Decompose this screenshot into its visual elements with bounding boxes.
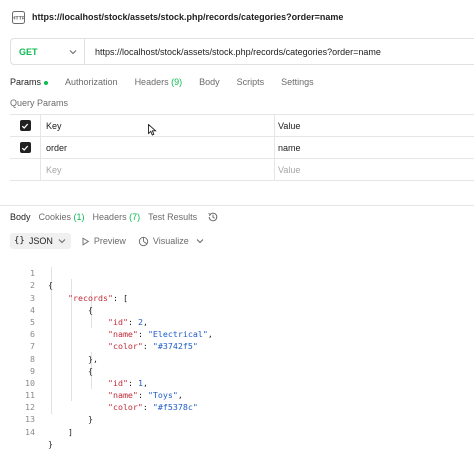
visualize-label: Visualize bbox=[152, 236, 189, 246]
method-label: GET bbox=[19, 46, 38, 57]
play-icon bbox=[82, 236, 90, 246]
tab-authorization[interactable]: Authorization bbox=[65, 77, 118, 87]
code-line: 1 { bbox=[0, 255, 474, 290]
response-tab-headers-label: Headers bbox=[92, 212, 127, 222]
method-select[interactable]: GET bbox=[11, 39, 85, 64]
code-text: } bbox=[48, 438, 53, 449]
format-label: JSON bbox=[28, 236, 53, 246]
tab-settings[interactable]: Settings bbox=[281, 77, 314, 87]
http-request-icon: HTTP bbox=[12, 10, 25, 24]
response-tab-headers[interactable]: Headers (7) bbox=[93, 212, 141, 222]
preview-button[interactable]: Preview bbox=[81, 236, 126, 246]
response-tab-body[interactable]: Body bbox=[10, 212, 31, 222]
request-title[interactable]: https://localhost/stock/assets/stock.php… bbox=[32, 12, 343, 22]
param-checkbox[interactable] bbox=[19, 142, 31, 153]
tab-headers[interactable]: Headers (9) bbox=[135, 77, 183, 87]
request-response-divider[interactable] bbox=[0, 205, 474, 206]
response-tab-cookies[interactable]: Cookies (1) bbox=[39, 212, 85, 222]
svg-text:HTTP: HTTP bbox=[12, 15, 25, 21]
tab-params-label: Params bbox=[10, 77, 42, 87]
params-active-dot bbox=[44, 80, 49, 85]
tab-headers-count: (9) bbox=[171, 77, 183, 87]
param-key[interactable]: order bbox=[41, 137, 275, 158]
chevron-down-icon bbox=[69, 49, 77, 54]
code-line: 5 "name": "Electrical", bbox=[0, 304, 474, 339]
check-icon bbox=[21, 145, 29, 151]
response-body-viewer[interactable]: 1 { 2 "records": [ 3 { 4 "id": 2, 5 "nam… bbox=[0, 255, 474, 449]
code-line: 12 } bbox=[0, 389, 474, 424]
tab-settings-label: Settings bbox=[281, 77, 314, 87]
value-column-header: Value bbox=[278, 120, 301, 131]
query-params-table: Key Value order name Key Value bbox=[10, 114, 474, 181]
chevron-down-icon bbox=[58, 239, 66, 244]
param-value[interactable]: name bbox=[275, 137, 474, 158]
tab-body[interactable]: Body bbox=[199, 77, 220, 87]
code-line: 10 "name": "Toys", bbox=[0, 365, 474, 400]
code-line: 9 "id": 1, bbox=[0, 353, 474, 388]
line-number: 14 bbox=[25, 426, 35, 437]
code-text: ] bbox=[48, 426, 73, 437]
code-line: 3 { bbox=[0, 279, 474, 315]
param-new-row: Key Value bbox=[10, 159, 474, 181]
url-bar: GET bbox=[10, 38, 474, 65]
response-tab-cookies-label: Cookies bbox=[38, 212, 72, 222]
new-value-input[interactable]: Value bbox=[275, 159, 474, 180]
tab-authorization-label: Authorization bbox=[65, 77, 118, 87]
response-tab-body-label: Body bbox=[10, 212, 31, 222]
url-input[interactable] bbox=[85, 46, 465, 57]
code-line: 7 }, bbox=[0, 328, 474, 363]
mouse-cursor-icon bbox=[148, 124, 157, 136]
param-check-cell bbox=[10, 137, 41, 158]
code-line: 14 } bbox=[0, 413, 474, 449]
response-tab-headers-count: (7) bbox=[129, 212, 141, 222]
key-column-header: Key bbox=[41, 115, 275, 136]
visualize-icon bbox=[138, 236, 149, 246]
response-toolbar: {} JSON Preview Visualize bbox=[10, 233, 205, 249]
chevron-down-icon[interactable] bbox=[195, 236, 205, 246]
request-tabs: Params Authorization Headers (9) Body Sc… bbox=[10, 74, 331, 90]
param-row: order name bbox=[10, 137, 474, 159]
tab-scripts[interactable]: Scripts bbox=[237, 77, 265, 87]
format-select[interactable]: {} JSON bbox=[10, 233, 71, 249]
select-all-checkbox[interactable] bbox=[19, 120, 31, 131]
tab-body-label: Body bbox=[199, 77, 220, 87]
new-key-input[interactable]: Key bbox=[41, 159, 275, 180]
query-params-heading: Query Params bbox=[10, 98, 69, 108]
json-braces-icon: {} bbox=[14, 236, 25, 246]
response-tab-cookies-count: (1) bbox=[73, 212, 85, 222]
code-line: 2 "records": [ bbox=[0, 267, 474, 302]
code-line: 6 "color": "#3742f5" bbox=[0, 316, 474, 351]
visualize-button[interactable]: Visualize bbox=[138, 236, 189, 247]
select-all-cell bbox=[10, 115, 41, 136]
code-line: 4 "id": 2, bbox=[0, 292, 474, 327]
params-header-row: Key Value bbox=[10, 115, 474, 137]
response-tabs: Body Cookies (1) Headers (7) Test Result… bbox=[10, 210, 219, 224]
code-line: 8 { bbox=[0, 340, 474, 376]
check-icon bbox=[21, 123, 29, 129]
preview-label: Preview bbox=[93, 236, 126, 246]
tab-headers-label: Headers bbox=[134, 77, 169, 87]
history-icon[interactable] bbox=[207, 211, 219, 223]
tab-params[interactable]: Params bbox=[10, 77, 49, 87]
code-line: 13 ] bbox=[0, 401, 474, 436]
tab-scripts-label: Scripts bbox=[236, 77, 265, 87]
response-tab-test-results-label: Test Results bbox=[148, 212, 198, 222]
response-tab-test-results[interactable]: Test Results bbox=[148, 212, 197, 222]
title-bar: HTTP https://localhost/stock/assets/stoc… bbox=[0, 0, 474, 34]
code-line: 11 "color": "#f5378c" bbox=[0, 377, 474, 412]
new-row-check-cell bbox=[10, 159, 41, 180]
